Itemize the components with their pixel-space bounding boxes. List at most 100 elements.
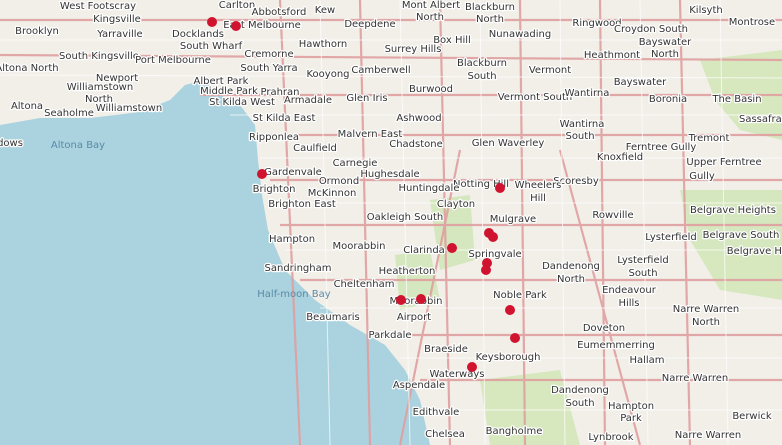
- place-label: Glen Waverley: [472, 138, 545, 149]
- place-label: South: [467, 71, 496, 82]
- location-marker[interactable]: [396, 295, 406, 305]
- place-label: Eumemmerring: [577, 340, 655, 351]
- place-label: Altona North: [0, 63, 59, 74]
- place-label: Burwood: [409, 84, 453, 95]
- place-label: Park: [620, 413, 642, 424]
- place-label: Cheltenham: [334, 279, 395, 290]
- location-marker[interactable]: [231, 21, 241, 31]
- place-label: Mont Albert: [402, 0, 460, 11]
- place-label: Gully: [689, 171, 715, 182]
- place-label: Airport: [397, 312, 431, 323]
- place-label: McKinnon: [308, 188, 357, 199]
- place-label: Brighton East: [268, 199, 336, 210]
- location-marker[interactable]: [488, 232, 498, 242]
- place-label: Heatherton: [379, 266, 436, 277]
- place-label: South: [565, 398, 594, 409]
- place-label: Berwick: [732, 411, 772, 422]
- place-label: Altona Bay: [51, 140, 105, 151]
- place-label: Half-moon Bay: [257, 289, 330, 300]
- place-label: Gardenvale: [264, 167, 322, 178]
- place-label: North: [651, 49, 679, 60]
- place-label: Braeside: [424, 344, 468, 355]
- place-label: Brighton: [253, 184, 296, 195]
- place-label: Noble Park: [493, 290, 547, 301]
- place-label: Croydon South: [614, 24, 688, 35]
- place-label: Moorabbin: [333, 241, 386, 252]
- place-label: Bayswater: [614, 77, 667, 88]
- place-label: Springvale: [468, 249, 521, 260]
- place-label: Narre Warren: [662, 373, 728, 384]
- location-marker[interactable]: [257, 169, 267, 179]
- place-label: Belgrave Heights: [690, 205, 776, 216]
- place-label: South: [565, 131, 594, 142]
- place-label: Waterways: [430, 369, 485, 380]
- place-label: North: [476, 14, 504, 25]
- place-label: Wantirna: [560, 119, 605, 130]
- place-label: Carlton: [219, 0, 255, 11]
- place-label: Beaumaris: [306, 312, 359, 323]
- place-label: Hampton: [269, 234, 315, 245]
- place-label: Hawthorn: [299, 39, 347, 50]
- place-label: St Kilda East: [253, 113, 316, 124]
- location-marker[interactable]: [481, 265, 491, 275]
- place-label: Cremorne: [244, 49, 293, 60]
- location-marker[interactable]: [416, 294, 426, 304]
- place-label: Bayswater: [639, 37, 692, 48]
- location-marker[interactable]: [467, 362, 477, 372]
- place-label: Belgrave Heig: [727, 246, 782, 257]
- place-label: Knoxfield: [597, 152, 643, 163]
- location-marker[interactable]: [505, 305, 515, 315]
- place-label: Wheelers: [515, 180, 562, 191]
- place-label: Boronia: [649, 94, 687, 105]
- place-label: Wantirna: [565, 88, 610, 99]
- place-label: Kooyong: [306, 69, 349, 80]
- place-label: South Kingsville: [59, 51, 139, 62]
- place-label: North: [416, 12, 444, 23]
- place-label: Bangholme: [486, 426, 543, 437]
- location-marker[interactable]: [447, 243, 457, 253]
- place-label: Sandringham: [265, 263, 332, 274]
- place-label: Sassafras: [739, 114, 782, 125]
- place-label: Montrose: [729, 17, 775, 28]
- place-label: Parkdale: [368, 330, 411, 341]
- place-label: Oakleigh South: [367, 212, 443, 223]
- place-label: Doveton: [583, 323, 625, 334]
- place-label: Heathmont: [584, 50, 640, 61]
- place-label: Keysborough: [476, 352, 541, 363]
- place-label: Port Melbourne: [135, 55, 211, 66]
- place-label: Surrey Hills: [385, 44, 442, 55]
- map-canvas[interactable]: Kew West Footscray Kingsville CarltonAbbots…: [0, 0, 782, 445]
- place-label: Lynbrook: [588, 432, 633, 443]
- place-label: Blackburn: [457, 58, 507, 69]
- place-label: North: [557, 274, 585, 285]
- place-label: North: [692, 317, 720, 328]
- location-marker[interactable]: [495, 183, 505, 193]
- place-label: Camberwell: [351, 65, 410, 76]
- place-label: Blackburn: [465, 2, 515, 13]
- location-marker[interactable]: [207, 17, 217, 27]
- place-label: The Basin: [711, 94, 761, 105]
- place-label: Rowville: [592, 210, 633, 221]
- place-label: Deepdene: [344, 19, 395, 30]
- place-label: Edithvale: [413, 407, 460, 418]
- place-label: South: [628, 268, 657, 279]
- place-label: Dandenong: [551, 385, 609, 396]
- place-label: Dandenong: [542, 261, 600, 272]
- place-label: Narre Warren: [673, 304, 739, 315]
- place-label: South Wharf: [180, 41, 243, 52]
- place-label: Narre Warren: [675, 430, 741, 441]
- place-label: Ripponlea: [249, 132, 299, 143]
- location-marker[interactable]: [510, 333, 520, 343]
- place-label: Ashwood: [396, 113, 441, 124]
- place-label: Chelsea: [425, 429, 465, 440]
- place-label: Clayton: [437, 199, 475, 210]
- place-label: Middle Park: [200, 86, 258, 97]
- place-label: Hill: [530, 193, 546, 204]
- place-label: Hallam: [629, 355, 664, 366]
- place-label: Altona: [11, 101, 43, 112]
- place-label: Yarraville: [96, 29, 142, 40]
- place-label: Williamstown: [67, 82, 133, 93]
- place-label: Aspendale: [393, 380, 445, 391]
- place-label: Mulgrave: [490, 214, 536, 225]
- place-label: Lysterfield: [617, 255, 669, 266]
